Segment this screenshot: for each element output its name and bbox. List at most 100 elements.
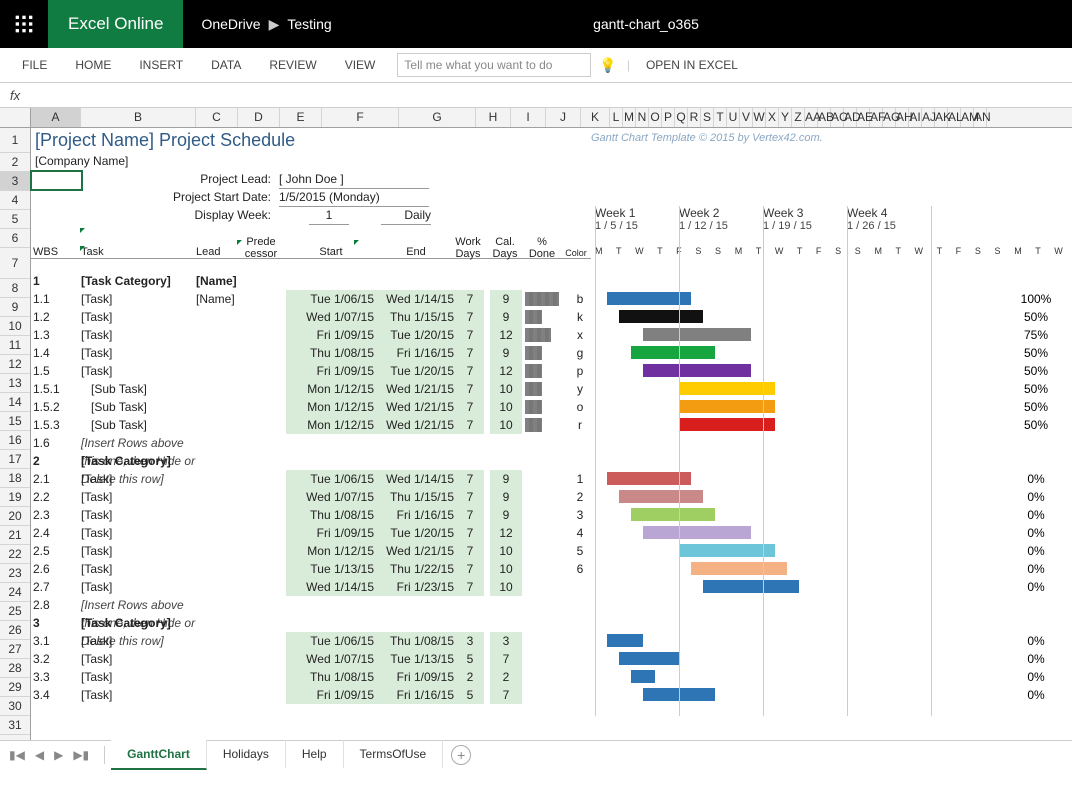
row-header-29[interactable]: 29 [0, 678, 30, 697]
row-header-16[interactable]: 16 [0, 431, 30, 450]
table-row[interactable]: 1.5[Task]Fri 1/09/15Tue 1/20/1571250%p [31, 362, 1072, 380]
col-header-L[interactable]: L [610, 108, 623, 127]
row-header-4[interactable]: 4 [0, 191, 30, 210]
col-header-A[interactable]: A [31, 108, 81, 127]
table-row[interactable]: 1.6[Insert Rows above this one, then Hid… [31, 434, 1072, 452]
row-header-28[interactable]: 28 [0, 659, 30, 678]
table-row[interactable]: 3.4[Task]Fri 1/09/15Fri 1/16/15570% [31, 686, 1072, 704]
sheet-first-icon[interactable]: ▮◀ [6, 748, 28, 762]
table-row[interactable]: 2.5[Task]Mon 1/12/15Wed 1/21/157100%5 [31, 542, 1072, 560]
ribbon-tab-view[interactable]: VIEW [331, 48, 390, 82]
table-row[interactable]: 1.5.2[Sub Task]Mon 1/12/15Wed 1/21/15710… [31, 398, 1072, 416]
row-header-15[interactable]: 15 [0, 412, 30, 431]
table-row[interactable]: 3.2[Task]Wed 1/07/15Tue 1/13/15570% [31, 650, 1072, 668]
ribbon-tab-data[interactable]: DATA [197, 48, 255, 82]
col-header-AM[interactable]: AM [961, 108, 974, 127]
cell-area[interactable]: [Project Name] Project Schedule Gantt Ch… [31, 128, 1072, 740]
selectall-corner[interactable] [0, 108, 31, 127]
table-row[interactable]: 2.6[Task]Tue 1/13/15Thu 1/22/157100%6 [31, 560, 1072, 578]
col-header-AF[interactable]: AF [870, 108, 883, 127]
col-header-E[interactable]: E [280, 108, 322, 127]
sheet-tab-termsofuse[interactable]: TermsOfUse [344, 740, 444, 768]
row-header-11[interactable]: 11 [0, 336, 30, 355]
row-header-22[interactable]: 22 [0, 545, 30, 564]
row-header-30[interactable]: 30 [0, 697, 30, 716]
row-header-7[interactable]: 7 [0, 248, 30, 279]
table-row[interactable]: 1.5.3[Sub Task]Mon 1/12/15Wed 1/21/15710… [31, 416, 1072, 434]
sheet-next-icon[interactable]: ▶ [51, 748, 66, 762]
row-header-14[interactable]: 14 [0, 393, 30, 412]
table-row[interactable]: 2.7[Task]Wed 1/14/15Fri 1/23/157100% [31, 578, 1072, 596]
table-row[interactable]: 2[Task Category] [31, 452, 1072, 470]
col-header-S[interactable]: S [701, 108, 714, 127]
ribbon-tab-insert[interactable]: INSERT [125, 48, 197, 82]
row-header-2[interactable]: 2 [0, 153, 30, 172]
col-header-AN[interactable]: AN [974, 108, 987, 127]
open-in-excel-button[interactable]: OPEN IN EXCEL [646, 58, 738, 72]
row-header-17[interactable]: 17 [0, 450, 30, 469]
table-row[interactable]: 3[Task Category] [31, 614, 1072, 632]
col-header-I[interactable]: I [511, 108, 546, 127]
col-header-AH[interactable]: AH [896, 108, 909, 127]
table-row[interactable]: 3.1[Task]Tue 1/06/15Thu 1/08/15330% [31, 632, 1072, 650]
col-header-C[interactable]: C [196, 108, 238, 127]
row-header-31[interactable]: 31 [0, 716, 30, 735]
col-header-AB[interactable]: AB [818, 108, 831, 127]
sheet-tab-holidays[interactable]: Holidays [207, 740, 286, 768]
table-row[interactable]: 2.8[Insert Rows above this one, then Hid… [31, 596, 1072, 614]
row-header-25[interactable]: 25 [0, 602, 30, 621]
row-header-20[interactable]: 20 [0, 507, 30, 526]
table-row[interactable]: 1.2[Task]Wed 1/07/15Thu 1/15/157950%k [31, 308, 1072, 326]
col-header-T[interactable]: T [714, 108, 727, 127]
col-header-V[interactable]: V [740, 108, 753, 127]
table-row[interactable]: 1.1[Task][Name]Tue 1/06/15Wed 1/14/15791… [31, 290, 1072, 308]
sheet-tab-ganttchart[interactable]: GanttChart [111, 740, 207, 770]
row-header-24[interactable]: 24 [0, 583, 30, 602]
col-header-AE[interactable]: AE [857, 108, 870, 127]
col-header-AD[interactable]: AD [844, 108, 857, 127]
sheet-tab-help[interactable]: Help [286, 740, 344, 768]
col-header-H[interactable]: H [476, 108, 511, 127]
row-header-1[interactable]: 1 [0, 128, 30, 153]
tellme-search[interactable]: Tell me what you want to do [397, 53, 591, 77]
table-row[interactable]: 2.3[Task]Thu 1/08/15Fri 1/16/15790%3 [31, 506, 1072, 524]
col-header-M[interactable]: M [623, 108, 636, 127]
col-header-AK[interactable]: AK [935, 108, 948, 127]
col-header-Z[interactable]: Z [792, 108, 805, 127]
row-header-21[interactable]: 21 [0, 526, 30, 545]
row-header-23[interactable]: 23 [0, 564, 30, 583]
col-header-AA[interactable]: AA [805, 108, 818, 127]
row-header-10[interactable]: 10 [0, 317, 30, 336]
table-row[interactable]: 1.3[Task]Fri 1/09/15Tue 1/20/1571275%x [31, 326, 1072, 344]
col-header-N[interactable]: N [636, 108, 649, 127]
col-header-P[interactable]: P [662, 108, 675, 127]
ribbon-tab-home[interactable]: HOME [61, 48, 125, 82]
sheet-last-icon[interactable]: ▶▮ [70, 748, 92, 762]
formula-bar[interactable]: fx [0, 83, 1072, 108]
col-header-AG[interactable]: AG [883, 108, 896, 127]
row-header-27[interactable]: 27 [0, 640, 30, 659]
row-header-18[interactable]: 18 [0, 469, 30, 488]
col-header-Y[interactable]: Y [779, 108, 792, 127]
col-header-AL[interactable]: AL [948, 108, 961, 127]
table-row[interactable]: 1.5.1[Sub Task]Mon 1/12/15Wed 1/21/15710… [31, 380, 1072, 398]
col-header-AI[interactable]: AI [909, 108, 922, 127]
table-row[interactable]: 3.3[Task]Thu 1/08/15Fri 1/09/15220% [31, 668, 1072, 686]
row-header-5[interactable]: 5 [0, 210, 30, 229]
table-row[interactable]: 1.4[Task]Thu 1/08/15Fri 1/16/157950%g [31, 344, 1072, 362]
col-header-B[interactable]: B [81, 108, 196, 127]
col-header-J[interactable]: J [546, 108, 581, 127]
col-header-W[interactable]: W [753, 108, 766, 127]
col-header-U[interactable]: U [727, 108, 740, 127]
col-header-F[interactable]: F [322, 108, 399, 127]
col-header-Q[interactable]: Q [675, 108, 688, 127]
lightbulb-icon[interactable]: 💡 [599, 57, 616, 74]
row-header-9[interactable]: 9 [0, 298, 30, 317]
row-header-19[interactable]: 19 [0, 488, 30, 507]
row-header-6[interactable]: 6 [0, 229, 30, 248]
col-header-AC[interactable]: AC [831, 108, 844, 127]
col-header-D[interactable]: D [238, 108, 280, 127]
row-header-3[interactable]: 3 [0, 172, 30, 191]
col-header-X[interactable]: X [766, 108, 779, 127]
row-header-12[interactable]: 12 [0, 355, 30, 374]
